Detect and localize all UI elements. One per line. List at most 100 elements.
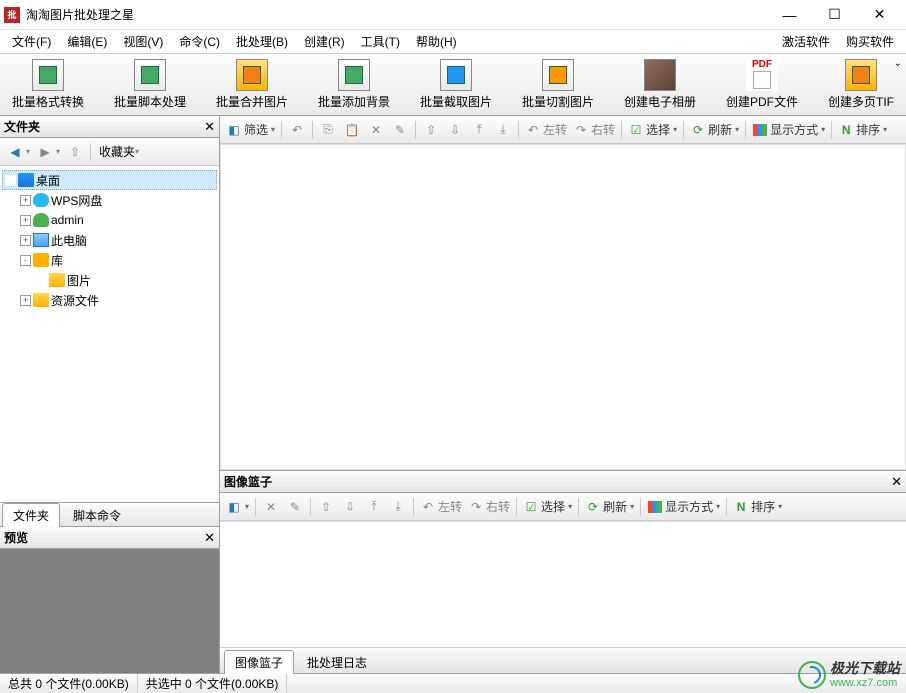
- create-tif-button[interactable]: 创建多页TIF: [824, 57, 898, 112]
- activate-link[interactable]: 激活软件: [774, 30, 838, 53]
- tab-folder[interactable]: 文件夹: [2, 503, 60, 527]
- desktop-icon: [18, 173, 34, 187]
- arrow-top-icon: ⤒: [366, 499, 382, 515]
- view-mode-label: 显示方式: [770, 121, 818, 138]
- tree-row[interactable]: 图片: [2, 270, 217, 290]
- delete-button[interactable]: ✕: [365, 119, 387, 141]
- minimize-button[interactable]: —: [767, 1, 812, 29]
- preview-close-icon[interactable]: ✕: [204, 530, 215, 546]
- filter-label: 筛选: [244, 121, 268, 138]
- background-icon: [338, 59, 370, 91]
- expand-icon[interactable]: +: [20, 295, 31, 306]
- tool-label: 批量添加背景: [318, 93, 390, 110]
- folder-tree[interactable]: 桌面+WPS网盘+admin+此电脑-库图片+资源文件: [0, 166, 219, 502]
- menu-view[interactable]: 视图(V): [115, 30, 171, 53]
- menu-edit[interactable]: 编辑(E): [59, 30, 115, 53]
- batch-crop-button[interactable]: 批量截取图片: [416, 57, 496, 112]
- filter-button[interactable]: ◧筛选▾: [224, 119, 277, 141]
- nav-forward-button[interactable]: ▶: [34, 141, 56, 163]
- select-button[interactable]: ☑选择▾: [626, 119, 679, 141]
- folder-panel-close-icon[interactable]: ✕: [204, 119, 215, 135]
- sort-button[interactable]: N排序▾: [836, 119, 889, 141]
- tree-row[interactable]: 桌面: [2, 170, 217, 190]
- tool-label: 批量截取图片: [420, 93, 492, 110]
- menu-help[interactable]: 帮助(H): [408, 30, 465, 53]
- tab-script[interactable]: 脚本命令: [62, 503, 132, 527]
- chevron-down-icon: ▾: [778, 502, 782, 511]
- basket-sort-button[interactable]: N排序▾: [731, 496, 784, 518]
- menu-command[interactable]: 命令(C): [171, 30, 228, 53]
- nav-back-button[interactable]: ◀: [4, 141, 26, 163]
- tree-row[interactable]: +admin: [2, 210, 217, 230]
- basket-down-button[interactable]: ⇩: [339, 496, 361, 518]
- basket-filter-button[interactable]: ◧▾: [224, 496, 251, 518]
- basket-close-icon[interactable]: ✕: [891, 474, 902, 490]
- menubar: 文件(F) 编辑(E) 视图(V) 命令(C) 批处理(B) 创建(R) 工具(…: [0, 30, 906, 54]
- basket-view-mode-button[interactable]: 显示方式▾: [645, 496, 722, 518]
- window-title: 淘淘图片批处理之星: [26, 6, 767, 23]
- toolbar-overflow-icon[interactable]: ⌄: [894, 58, 902, 69]
- basket-select-button[interactable]: ☑选择▾: [521, 496, 574, 518]
- undo-button[interactable]: ↶: [286, 119, 308, 141]
- create-pdf-button[interactable]: 创建PDF文件: [722, 57, 802, 112]
- basket-refresh-button[interactable]: ⟳刷新▾: [583, 496, 636, 518]
- basket-rename-button[interactable]: ✎: [284, 496, 306, 518]
- expand-icon[interactable]: +: [20, 195, 31, 206]
- basket-up-button[interactable]: ⇧: [315, 496, 337, 518]
- tree-row[interactable]: -库: [2, 250, 217, 270]
- close-button[interactable]: ✕: [857, 1, 902, 29]
- batch-split-button[interactable]: 批量切割图片: [518, 57, 598, 112]
- rename-button[interactable]: ✎: [389, 119, 411, 141]
- move-top-button[interactable]: ⤒: [468, 119, 490, 141]
- view-mode-label: 显示方式: [665, 498, 713, 515]
- tree-row[interactable]: +此电脑: [2, 230, 217, 250]
- crop-icon: [440, 59, 472, 91]
- arrow-down-icon: ⇩: [447, 122, 463, 138]
- move-up-button[interactable]: ⇧: [420, 119, 442, 141]
- favorites-dropdown[interactable]: 收藏夹▾: [95, 143, 145, 160]
- basket-top-button[interactable]: ⤒: [363, 496, 385, 518]
- tree-row[interactable]: +资源文件: [2, 290, 217, 310]
- rotate-right-label: 右转: [591, 121, 615, 138]
- menu-create[interactable]: 创建(R): [296, 30, 353, 53]
- menu-file[interactable]: 文件(F): [4, 30, 59, 53]
- purchase-link[interactable]: 购买软件: [838, 30, 902, 53]
- chevron-down-icon: ▾: [135, 147, 139, 156]
- chevron-down-icon[interactable]: ▾: [56, 147, 60, 156]
- expand-icon[interactable]: +: [20, 215, 31, 226]
- tree-row[interactable]: +WPS网盘: [2, 190, 217, 210]
- collapse-icon[interactable]: -: [20, 255, 31, 266]
- batch-format-convert-button[interactable]: 批量格式转换: [8, 57, 88, 112]
- content-toolbar: ◧筛选▾ ↶ ⎘ 📋 ✕ ✎ ⇧ ⇩ ⤒ ⤓ ↶左转 ↷右转 ☑选择▾ ⟳刷新▾…: [220, 116, 906, 144]
- batch-background-button[interactable]: 批量添加背景: [314, 57, 394, 112]
- tree-item-label: 库: [51, 252, 63, 269]
- move-down-button[interactable]: ⇩: [444, 119, 466, 141]
- copy-button[interactable]: ⎘: [317, 119, 339, 141]
- titlebar: 批 淘淘图片批处理之星 — ☐ ✕: [0, 0, 906, 30]
- maximize-button[interactable]: ☐: [812, 1, 857, 29]
- nav-up-button[interactable]: ⇧: [64, 141, 86, 163]
- menu-tools[interactable]: 工具(T): [353, 30, 408, 53]
- basket-rotate-left-button[interactable]: ↶左转: [418, 496, 464, 518]
- create-album-button[interactable]: 创建电子相册: [620, 57, 700, 112]
- basket-bottom-button[interactable]: ⤓: [387, 496, 409, 518]
- move-bottom-button[interactable]: ⤓: [492, 119, 514, 141]
- delete-icon: ✕: [263, 499, 279, 515]
- tab-batch-log[interactable]: 批处理日志: [296, 650, 378, 674]
- basket-rotate-right-button[interactable]: ↷右转: [466, 496, 512, 518]
- chevron-down-icon[interactable]: ▾: [26, 147, 30, 156]
- view-mode-button[interactable]: 显示方式▾: [750, 119, 827, 141]
- basket-content-area[interactable]: [220, 521, 906, 647]
- expand-icon[interactable]: +: [20, 235, 31, 246]
- basket-delete-button[interactable]: ✕: [260, 496, 282, 518]
- paste-button[interactable]: 📋: [341, 119, 363, 141]
- batch-script-button[interactable]: 批量脚本处理: [110, 57, 190, 112]
- menu-batch[interactable]: 批处理(B): [228, 30, 296, 53]
- tab-basket[interactable]: 图像篮子: [224, 650, 294, 674]
- chevron-down-icon: ▾: [271, 125, 275, 134]
- rotate-right-button[interactable]: ↷右转: [571, 119, 617, 141]
- refresh-button[interactable]: ⟳刷新▾: [688, 119, 741, 141]
- file-content-area[interactable]: [220, 144, 906, 470]
- rotate-left-button[interactable]: ↶左转: [523, 119, 569, 141]
- batch-merge-button[interactable]: 批量合并图片: [212, 57, 292, 112]
